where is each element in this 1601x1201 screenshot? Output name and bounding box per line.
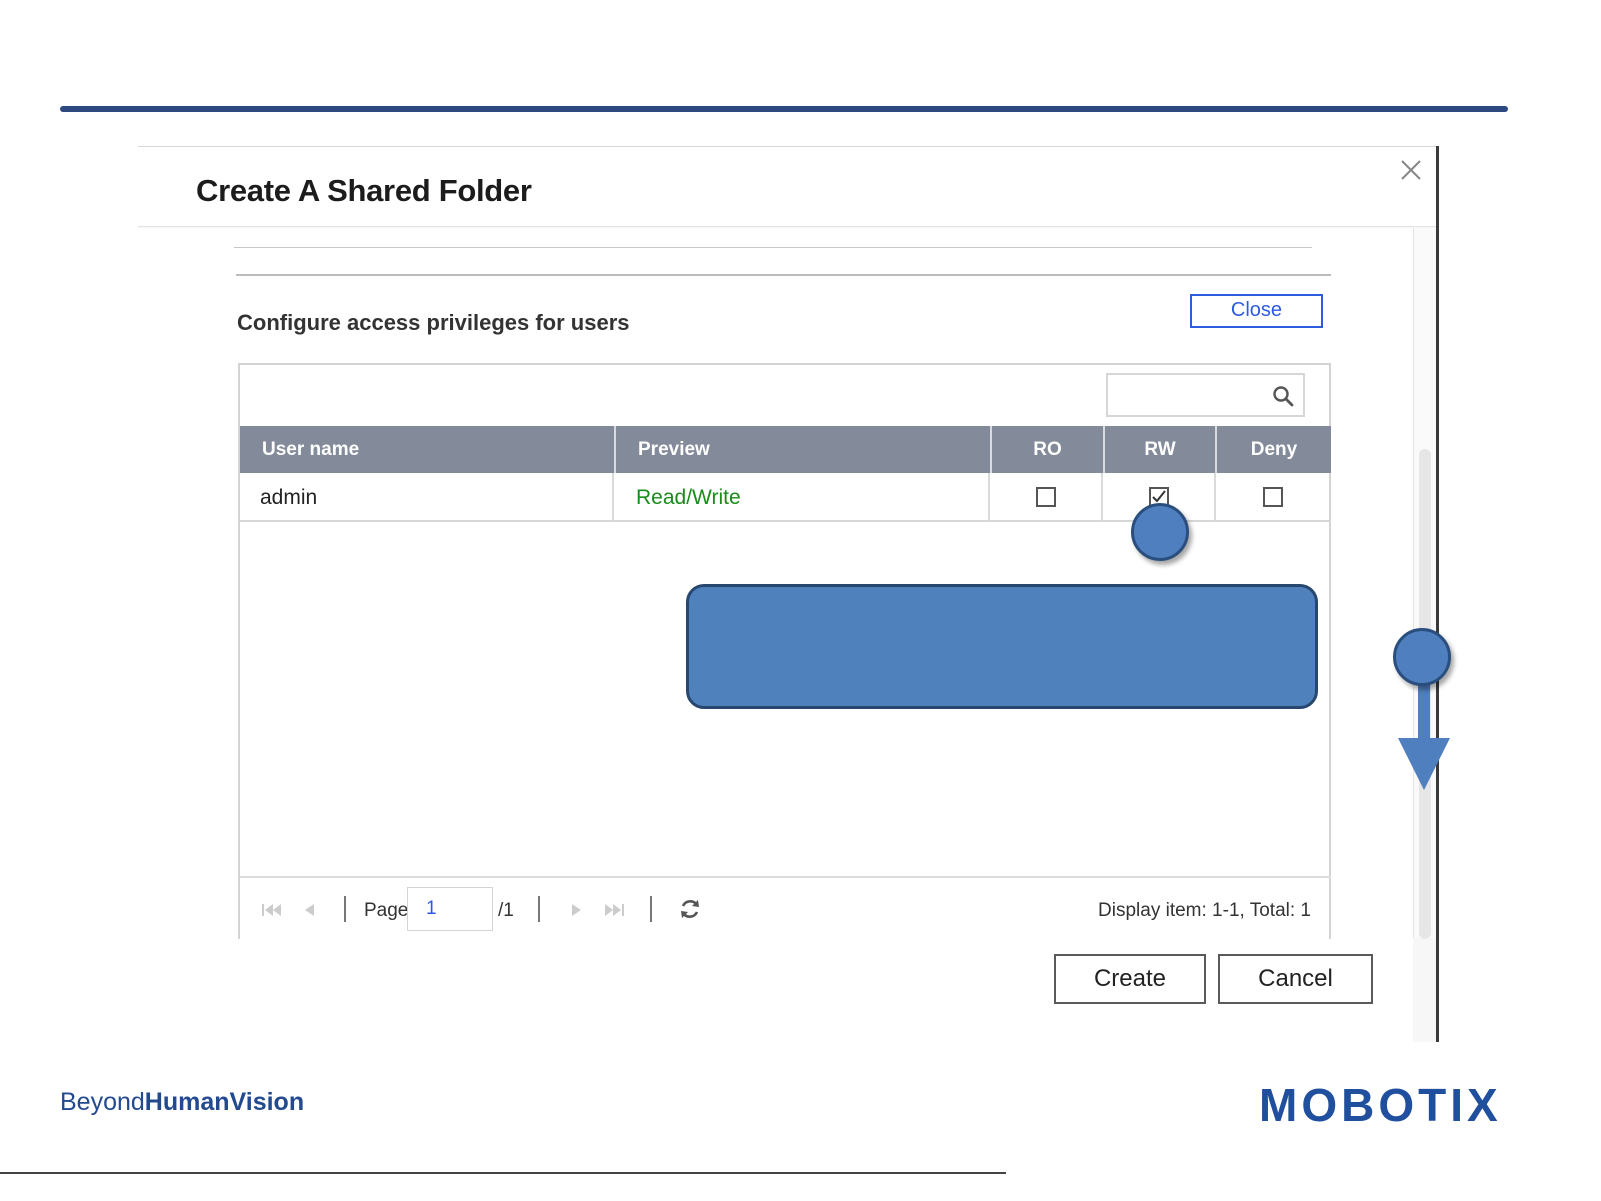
create-button[interactable]: Create: [1054, 954, 1206, 1004]
next-page-icon[interactable]: [568, 901, 586, 919]
footer-rule: [0, 1172, 1006, 1174]
divider: [236, 274, 1331, 276]
section-title: Configure access privileges for users: [237, 310, 630, 335]
tagline-vision: Vision: [229, 1088, 305, 1116]
last-page-icon[interactable]: [602, 901, 626, 919]
close-icon[interactable]: [1398, 157, 1424, 183]
step-marker-scroll: [1393, 628, 1451, 686]
ro-cell: [990, 473, 1103, 521]
pagination-bar: Page 1 /1 Display item: 1-1, Total: 1: [240, 876, 1331, 941]
total-pages-label: /1: [498, 900, 514, 921]
close-button[interactable]: Close: [1190, 294, 1323, 328]
first-page-icon[interactable]: [260, 901, 284, 919]
divider: [234, 247, 1312, 248]
refresh-icon[interactable]: [678, 897, 702, 921]
tagline-human: Human: [144, 1088, 230, 1116]
column-header-user-name[interactable]: User name: [240, 426, 616, 473]
dialog-edge: [1436, 146, 1439, 1042]
mobotix-logo: MOBOTIX: [1259, 1079, 1502, 1131]
ro-checkbox[interactable]: [1036, 487, 1056, 507]
dialog-header: Create A Shared Folder: [138, 147, 1436, 227]
column-header-preview[interactable]: Preview: [616, 426, 992, 473]
page-label: Page: [364, 900, 409, 921]
separator: [538, 896, 540, 922]
column-header-ro[interactable]: RO: [992, 426, 1105, 473]
user-name-cell: admin: [240, 473, 614, 521]
separator: [344, 896, 346, 922]
column-header-deny[interactable]: Deny: [1217, 426, 1331, 473]
preview-cell: Read/Write: [614, 473, 990, 521]
tagline-beyond: Beyond: [60, 1088, 145, 1116]
table-header: User name Preview RO RW Deny: [240, 426, 1331, 473]
search-icon[interactable]: [1271, 384, 1295, 408]
deny-checkbox[interactable]: [1263, 487, 1283, 507]
previous-page-icon[interactable]: [300, 901, 318, 919]
display-item-info: Display item: 1-1, Total: 1: [1098, 900, 1311, 921]
page-number-input[interactable]: 1: [407, 887, 493, 931]
search-input[interactable]: [1106, 373, 1305, 417]
separator: [650, 896, 652, 922]
cancel-button[interactable]: Cancel: [1218, 954, 1373, 1004]
deny-cell: [1216, 473, 1331, 521]
slide-header-rule: [60, 106, 1508, 112]
dialog-title: Create A Shared Folder: [196, 173, 532, 208]
step-marker-rw: [1131, 503, 1189, 561]
brand-tagline: BeyondHumanVision: [60, 1088, 304, 1117]
callout-box: [686, 584, 1318, 709]
column-header-rw[interactable]: RW: [1105, 426, 1217, 473]
